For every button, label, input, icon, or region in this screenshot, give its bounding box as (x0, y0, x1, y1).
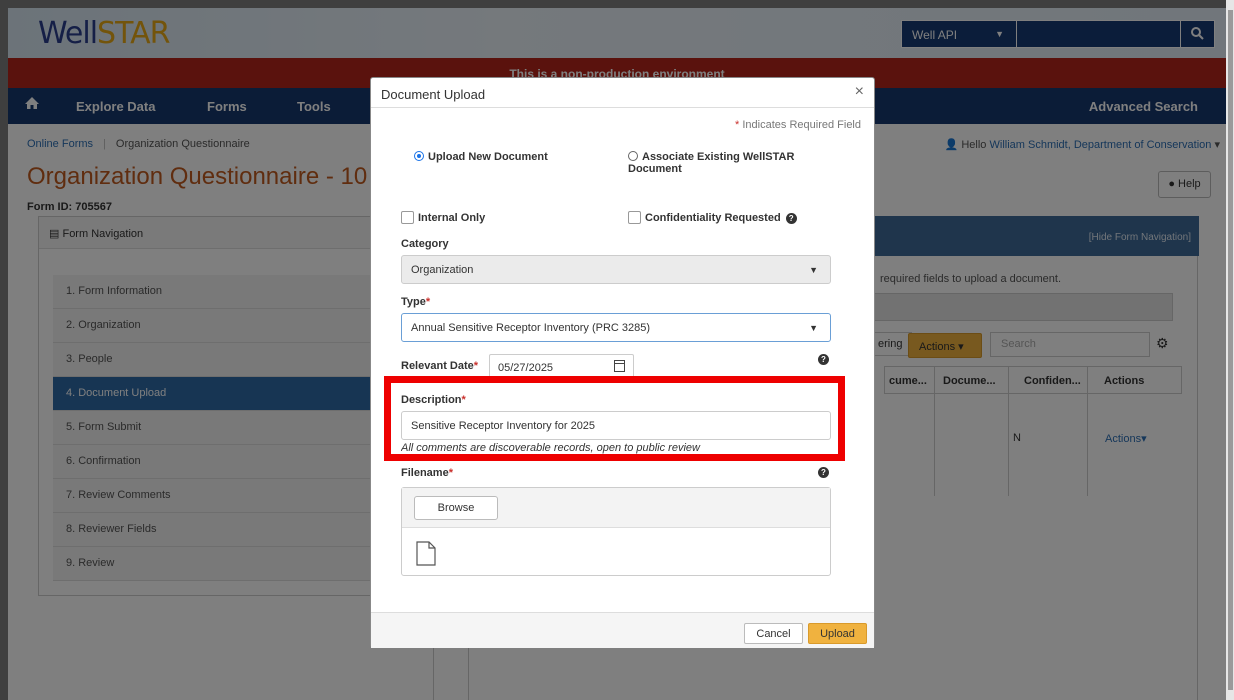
caret-down-icon: ▼ (809, 323, 818, 333)
cancel-button[interactable]: Cancel (744, 623, 803, 644)
question-icon[interactable]: ? (818, 467, 829, 478)
internal-only-checkbox[interactable]: Internal Only (401, 211, 485, 224)
category-select: Organization ▼ (401, 255, 831, 284)
description-input[interactable]: Sensitive Receptor Inventory for 2025 (401, 411, 831, 440)
description-note: All comments are discoverable records, o… (401, 442, 700, 454)
modal-header: Document Upload × (371, 78, 874, 108)
associate-existing-radio[interactable]: Associate Existing WellSTAR Document (628, 151, 794, 175)
type-select[interactable]: Annual Sensitive Receptor Inventory (PRC… (401, 313, 831, 342)
radio-checked-icon[interactable] (414, 151, 424, 161)
close-icon[interactable]: × (855, 83, 864, 101)
category-label: Category (401, 238, 449, 250)
description-label: Description* (401, 394, 466, 406)
scrollbar-thumb[interactable] (1228, 10, 1233, 690)
question-icon[interactable]: ? (785, 213, 797, 224)
required-field-note: * Indicates Required Field (735, 119, 861, 131)
modal-footer: Cancel Upload (371, 612, 874, 648)
question-icon[interactable]: ? (818, 354, 829, 365)
file-icon (416, 541, 436, 566)
document-upload-modal: Document Upload × * Indicates Required F… (370, 77, 875, 648)
calendar-icon[interactable] (614, 360, 625, 372)
upload-new-document-radio[interactable]: Upload New Document (414, 151, 548, 163)
file-toolbar: Browse (402, 488, 830, 528)
file-drop-area[interactable]: Browse (401, 487, 831, 576)
upload-button[interactable]: Upload (808, 623, 867, 644)
filename-label: Filename* (401, 467, 453, 479)
type-label: Type* (401, 296, 431, 308)
checkbox-icon[interactable] (401, 211, 414, 224)
confidentiality-requested-checkbox[interactable]: Confidentiality Requested ? (628, 211, 797, 224)
caret-down-icon: ▼ (809, 265, 818, 275)
modal-title: Document Upload (381, 87, 486, 102)
relevant-date-label: Relevant Date* (401, 360, 479, 372)
browse-button[interactable]: Browse (414, 496, 498, 520)
radio-unchecked-icon[interactable] (628, 151, 638, 161)
checkbox-icon[interactable] (628, 211, 641, 224)
